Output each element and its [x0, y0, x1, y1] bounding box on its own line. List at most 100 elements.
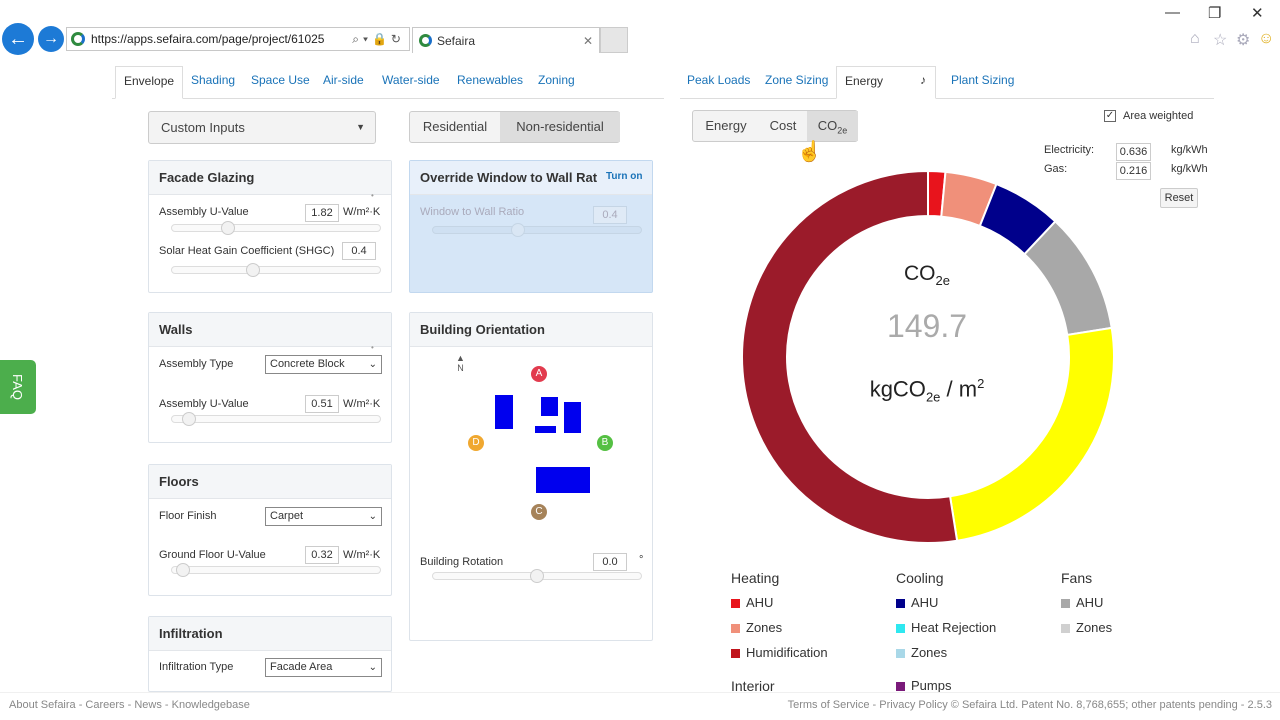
glazing-uvalue-slider[interactable] — [171, 221, 381, 235]
legend-heating-title: Heating — [731, 570, 780, 586]
chevron-down-icon: ⌄ — [368, 662, 377, 673]
legend-swatch — [731, 649, 740, 658]
tab-close-icon[interactable]: ✕ — [583, 28, 593, 54]
shgc-slider[interactable] — [171, 263, 381, 277]
chevron-down-icon: ⌄ — [368, 359, 377, 370]
legend-label: Pumps — [911, 678, 952, 693]
ground-uvalue-label: Ground Floor U-Value — [159, 549, 266, 561]
address-bar[interactable]: https://apps.sefaira.com/page/project/61… — [66, 27, 410, 51]
tab-air-side[interactable]: Air-side — [323, 66, 364, 99]
site-favicon-icon — [71, 32, 85, 46]
infiltration-type-select[interactable]: Facade Area ⌄ — [265, 658, 382, 677]
legend-swatch — [896, 624, 905, 633]
facade-d-marker[interactable]: D — [468, 435, 484, 451]
walls-panel: Walls • Assembly Type Concrete Block ⌄ A… — [148, 312, 392, 443]
tab-peak-loads[interactable]: Peak Loads — [687, 66, 750, 99]
donut-value: 149.7 — [886, 308, 968, 344]
faq-tab[interactable]: FAQ — [0, 360, 36, 414]
slider-knob[interactable] — [530, 569, 544, 583]
walls-uvalue-slider[interactable] — [171, 412, 381, 426]
new-tab-button[interactable] — [600, 27, 628, 53]
walls-uvalue-unit: W/m²·K — [343, 398, 381, 410]
building-orientation-panel: Building Orientation ▲ N A B C D Building… — [409, 312, 653, 641]
facade-c-marker[interactable]: C — [531, 504, 547, 520]
legend-label: Zones — [746, 620, 783, 635]
building-block — [495, 395, 513, 429]
home-icon[interactable]: ⌂ — [1190, 30, 1200, 48]
energy-metric-button[interactable]: Energy — [693, 111, 759, 141]
restore-icon[interactable]: ❐ — [1208, 4, 1221, 22]
non-residential-button[interactable]: Non-residential — [500, 112, 620, 142]
browser-chrome: ← → https://apps.sefaira.com/page/projec… — [0, 0, 1280, 62]
wwr-input[interactable]: 0.4 — [593, 206, 627, 224]
rotation-label: Building Rotation — [420, 556, 504, 568]
infiltration-panel: Infiltration Infiltration Type Facade Ar… — [148, 616, 392, 692]
tab-zone-sizing[interactable]: Zone Sizing — [765, 66, 828, 99]
donut-slice-interior-lighting[interactable] — [948, 326, 1115, 542]
facade-glazing-panel: Facade Glazing • Assembly U-Value 1.82 W… — [148, 160, 392, 293]
minimize-icon[interactable]: — — [1165, 4, 1180, 21]
floor-finish-select[interactable]: Carpet ⌄ — [265, 507, 382, 526]
forward-button[interactable]: → — [38, 26, 64, 52]
donut-metric-label: CO2e — [822, 262, 1032, 288]
slider-knob[interactable] — [181, 412, 196, 426]
reset-button[interactable]: Reset — [1160, 188, 1198, 208]
rotation-unit: ° — [639, 554, 644, 566]
footer-legal[interactable]: Terms of Service - Privacy Policy © Sefa… — [788, 699, 1272, 711]
address-tools-icon[interactable]: ⌕▾🔒↻ — [352, 28, 405, 50]
slider-knob[interactable] — [245, 263, 260, 277]
ground-uvalue-unit: W/m²·K — [343, 549, 381, 561]
rotation-input[interactable]: 0.0 — [593, 553, 627, 571]
inputs-select[interactable]: Custom Inputs ▼ — [148, 111, 376, 144]
electricity-factor-input[interactable]: 0.636 — [1116, 143, 1151, 161]
rotation-slider[interactable] — [432, 569, 642, 583]
walls-uvalue-input[interactable]: 0.51 — [305, 395, 339, 413]
ground-uvalue-slider[interactable] — [171, 563, 381, 577]
gas-factor-input[interactable]: 0.216 — [1116, 162, 1151, 180]
ground-uvalue-input[interactable]: 0.32 — [305, 546, 339, 564]
slider-knob[interactable] — [510, 223, 525, 237]
cost-metric-button[interactable]: Cost — [759, 111, 807, 141]
tab-water-side[interactable]: Water-side — [382, 66, 440, 99]
glazing-uvalue-input[interactable]: 1.82 — [305, 204, 339, 222]
walls-type-select[interactable]: Concrete Block ⌄ — [265, 355, 382, 374]
legend-fans-ahu: AHU — [1061, 595, 1103, 610]
area-weighted-checkbox[interactable]: ✓ — [1104, 110, 1116, 122]
building-block — [535, 426, 556, 433]
co2e-metric-button[interactable]: CO2e — [807, 111, 858, 141]
back-button[interactable]: ← — [2, 23, 34, 55]
residential-button[interactable]: Residential — [410, 112, 500, 142]
smiley-icon[interactable]: ☺ — [1258, 30, 1274, 48]
settings-gear-icon[interactable]: ⚙ — [1236, 30, 1250, 50]
tab-space-use[interactable]: Space Use — [251, 66, 310, 99]
tab-title: Sefaira — [437, 34, 476, 48]
close-window-icon[interactable]: ✕ — [1251, 4, 1264, 22]
facade-a-marker[interactable]: A — [531, 366, 547, 382]
tab-zoning[interactable]: Zoning — [538, 66, 575, 99]
footer: About Sefaira - Careers - News - Knowled… — [0, 692, 1280, 720]
facade-b-marker[interactable]: B — [597, 435, 613, 451]
tab-shading[interactable]: Shading — [191, 66, 235, 99]
walls-type-value: Concrete Block — [270, 358, 345, 370]
building-block — [536, 467, 590, 493]
donut-slice-humidification[interactable] — [741, 169, 959, 544]
shgc-input[interactable]: 0.4 — [342, 242, 376, 260]
favorites-star-icon[interactable]: ☆ — [1213, 30, 1227, 50]
tab-renewables[interactable]: Renewables — [457, 66, 523, 99]
music-note-icon: ♪ — [920, 73, 926, 87]
tab-plant-sizing[interactable]: Plant Sizing — [951, 66, 1014, 99]
slider-knob[interactable] — [175, 563, 190, 577]
slider-knob[interactable] — [220, 221, 235, 235]
building-block — [564, 402, 581, 433]
floors-panel: Floors Floor Finish Carpet ⌄ Ground Floo… — [148, 464, 392, 596]
facade-glazing-title: Facade Glazing — [149, 161, 391, 195]
floor-finish-value: Carpet — [270, 510, 304, 522]
browser-tab[interactable]: Sefaira ✕ — [412, 27, 600, 53]
wwr-slider[interactable] — [432, 223, 642, 237]
turn-on-button[interactable]: Turn on — [601, 165, 648, 189]
tab-envelope[interactable]: Envelope — [115, 66, 184, 99]
legend-fans-zones: Zones — [1061, 620, 1112, 635]
footer-links[interactable]: About Sefaira - Careers - News - Knowled… — [9, 699, 250, 711]
legend-swatch — [1061, 599, 1070, 608]
legend-label: Zones — [911, 645, 948, 660]
